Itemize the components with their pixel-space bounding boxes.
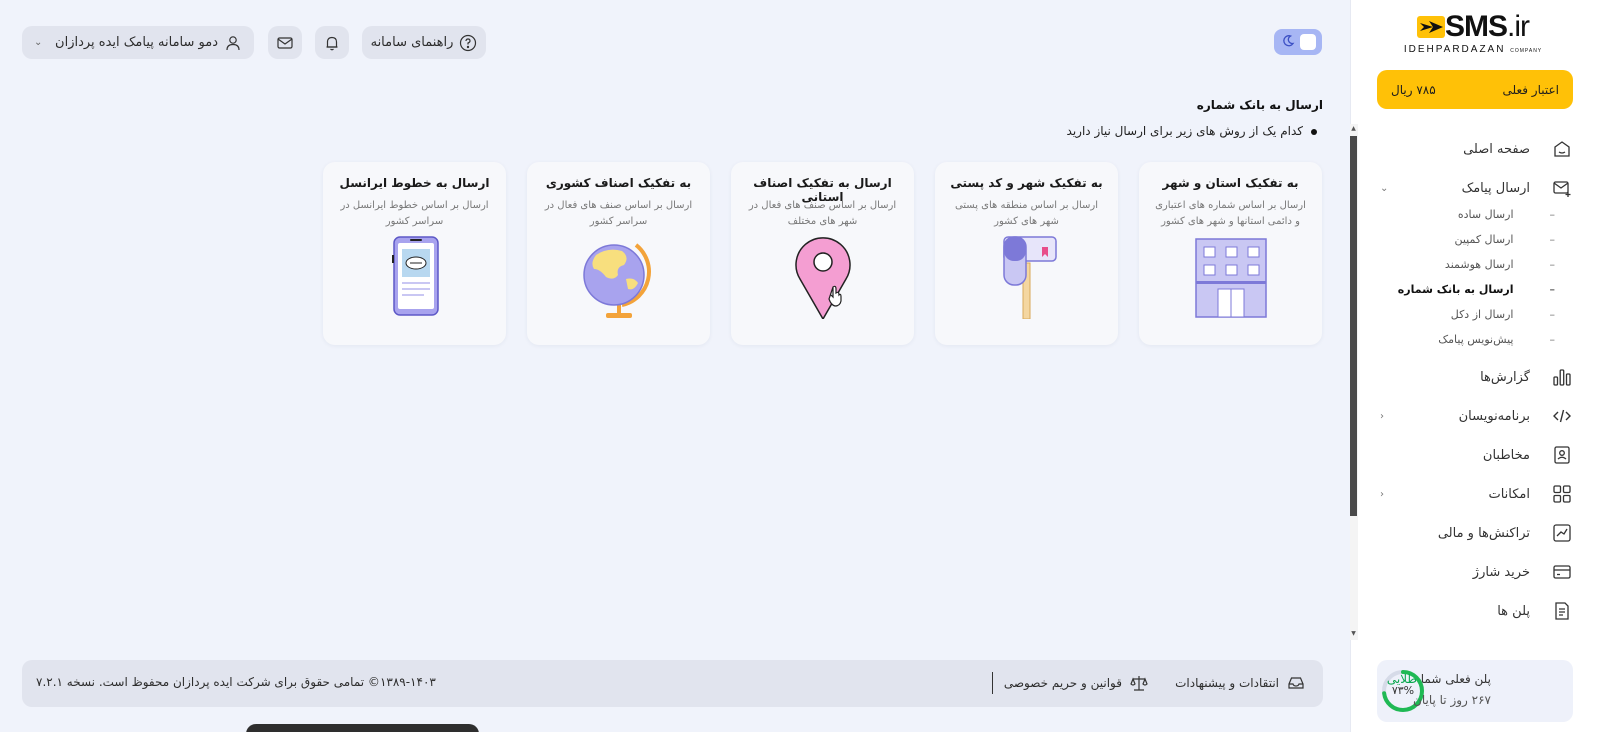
footer-divider: [992, 672, 993, 694]
feedback-link[interactable]: انتقادات و پیشنهادات: [1175, 674, 1305, 692]
document-icon: [1552, 601, 1572, 621]
chevron-down-icon: ⌄: [1380, 182, 1389, 194]
sidebar-item-home[interactable]: صفحه اصلی: [1392, 136, 1572, 162]
sidebar-subitem-draft[interactable]: – پیش‌نویس پیامک: [1395, 329, 1555, 349]
mobile-phone-icon: [370, 235, 460, 319]
building-icon: [1186, 235, 1276, 319]
chevron-left-icon: ‹: [1380, 488, 1384, 500]
credit-card-icon: [1552, 562, 1572, 582]
plan-name-line: پلن فعلی شما طلایی: [1386, 672, 1491, 686]
location-pin-icon: [778, 235, 868, 320]
plan-name: طلایی: [1386, 672, 1417, 686]
sidebar-item-developers[interactable]: برنامه‌نویسان ‹: [1380, 403, 1572, 429]
grid-icon: [1552, 484, 1572, 504]
user-icon: [226, 35, 240, 50]
method-question: کدام یک از روش های زیر برای ارسال نیاز د…: [1066, 124, 1303, 138]
card-national-guilds[interactable]: به تفکیک اصناف کشوری ارسال بر اساس صنف ه…: [527, 162, 710, 345]
sidebar-item-reports[interactable]: گزارش‌ها: [1392, 364, 1572, 390]
copyright: ۱۳۸۹-۱۴۰۳© تمامی حقوق برای شرکت ایده پرد…: [36, 675, 436, 689]
globe-icon: [574, 235, 664, 319]
sidebar-menu: صفحه اصلی ارسال پیامک ⌄ – ارسال ساده – ارس…: [1350, 124, 1600, 639]
sidebar-item-transactions[interactable]: تراکنش‌ها و مالی: [1392, 520, 1572, 546]
sidebar-item-features[interactable]: امکانات ‹: [1380, 481, 1572, 507]
user-name: دمو سامانه پیامک ایده پردازان: [55, 35, 218, 50]
sidebar-subitem-smart[interactable]: – ارسال هوشمند: [1395, 254, 1555, 274]
question-circle-icon: [460, 34, 477, 51]
notifications-button[interactable]: [315, 26, 349, 59]
footer: انتقادات و پیشنهادات قوانین و حریم خصوصی…: [22, 660, 1323, 707]
sidebar-item-buy-charge[interactable]: خرید شارژ: [1392, 559, 1572, 585]
sidebar-subitem-campaign[interactable]: – ارسال کمپین: [1395, 229, 1555, 249]
mail-icon: [277, 36, 293, 49]
help-button[interactable]: راهنمای سامانه: [362, 26, 486, 59]
user-menu-button[interactable]: دمو سامانه پیامک ایده پردازان ⌄: [22, 26, 254, 59]
sidebar-subitem-number-bank[interactable]: – ارسال به بانک شماره: [1395, 279, 1555, 299]
contacts-book-icon: [1552, 445, 1572, 465]
page-title: ارسال به بانک شماره: [1196, 98, 1323, 112]
trend-chart-icon: [1552, 523, 1572, 543]
home-icon: [1552, 139, 1572, 159]
logo-bird-icon: [1416, 16, 1445, 38]
chevron-left-icon: ‹: [1380, 410, 1384, 422]
mail-plus-icon: [1552, 178, 1572, 198]
logo[interactable]: SMS.ir IDEHPARDAZAN COMPANY: [1398, 10, 1548, 60]
bullet: [1311, 129, 1317, 135]
sidebar-item-plans[interactable]: پلن ها: [1392, 598, 1572, 624]
theme-toggle[interactable]: [1274, 29, 1322, 55]
moon-icon: [1283, 35, 1295, 47]
bottom-toolbar-edge: [246, 724, 479, 732]
card-city-postal[interactable]: به تفکیک شهر و کد پستی ارسال بر اساس منط…: [935, 162, 1118, 345]
logo-text: SMS.ir: [1444, 10, 1530, 43]
mailbox-icon: [982, 235, 1072, 320]
toggle-knob: [1300, 34, 1316, 50]
card-provincial-guilds[interactable]: ارسال به تفکیک اصناف استانی ارسال بر اسا…: [731, 162, 914, 345]
sidebar-item-send-sms[interactable]: ارسال پیامک ⌄: [1380, 175, 1572, 201]
sidebar: SMS.ir IDEHPARDAZAN COMPANY اعتبار فعلی …: [1350, 0, 1600, 732]
scale-icon: [1130, 676, 1148, 691]
plan-remaining: ۲۶۷ روز تا پایان: [1413, 693, 1491, 707]
card-irancell-lines[interactable]: ارسال به خطوط ایرانسل ارسال بر اساس خطوط…: [323, 162, 506, 345]
bell-icon: [326, 36, 338, 50]
sidebar-subitem-simple[interactable]: – ارسال ساده: [1395, 204, 1555, 224]
code-icon: [1552, 406, 1572, 426]
sidebar-subitem-tower[interactable]: – ارسال از دکل: [1395, 304, 1555, 324]
card-province-city[interactable]: به تفکیک استان و شهر ارسال بر اساس شماره…: [1139, 162, 1322, 345]
sidebar-item-contacts[interactable]: مخاطبان: [1392, 442, 1572, 468]
credit-badge[interactable]: اعتبار فعلی ۷۸۵ ریال: [1377, 70, 1573, 109]
credit-value: ۷۸۵ ریال: [1391, 82, 1436, 97]
logo-company: IDEHPARDAZAN COMPANY: [1403, 44, 1543, 55]
current-plan-card[interactable]: ۷۳% پلن فعلی شما طلایی ۲۶۷ روز تا پایان: [1377, 660, 1573, 722]
chevron-down-icon: ⌄: [34, 37, 43, 48]
messages-button[interactable]: [268, 26, 302, 59]
credit-label: اعتبار فعلی: [1502, 82, 1559, 97]
terms-link[interactable]: قوانین و حریم خصوصی: [1004, 674, 1148, 692]
bar-chart-icon: [1552, 367, 1572, 387]
inbox-icon: [1288, 677, 1304, 689]
